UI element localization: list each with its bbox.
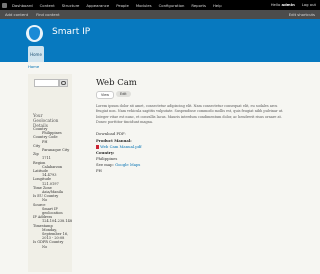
toolbar-user: Hello admin Log out (271, 2, 316, 7)
tab-edit[interactable]: Edit (116, 91, 131, 97)
logo[interactable] (26, 25, 43, 42)
country-code: PH (96, 168, 102, 173)
menu-structure[interactable]: Structure (62, 3, 80, 8)
shortcut-find-content[interactable]: Find content (36, 12, 60, 17)
menu-people[interactable]: People (116, 3, 129, 8)
user-greeting: Hello admin (270, 2, 295, 7)
menu-dashboard[interactable]: Dashboard (12, 3, 33, 8)
see-map-text: See map: (96, 162, 114, 167)
search-button[interactable] (59, 79, 68, 87)
country-value: Philippines (96, 156, 118, 161)
shortcut-add-content[interactable]: Add content (5, 12, 28, 17)
breadcrumb[interactable]: Home (28, 64, 39, 69)
toolbar-menu: Dashboard Content Structure Appearance P… (0, 0, 320, 10)
geo-value: Monday, September 16, 2013 - 20:08 (42, 227, 69, 241)
manual-link[interactable]: Web Cam Manual.pdf (100, 144, 141, 149)
page-title: Web Cam (96, 78, 137, 88)
menu-modules[interactable]: Modules (136, 3, 152, 8)
site-name[interactable]: Smart IP (52, 27, 90, 37)
manual-link-row: Web Cam Manual.pdf (96, 144, 142, 149)
pdf-file-icon (96, 145, 99, 149)
google-maps-link[interactable]: Google Maps (115, 162, 140, 167)
menu-appearance[interactable]: Appearance (86, 3, 109, 8)
menu-configuration[interactable]: Configuration (159, 3, 185, 8)
menu-help[interactable]: Help (213, 3, 222, 8)
logout-link[interactable]: Log out (302, 2, 316, 7)
search-icon (61, 80, 66, 86)
body-text: Lorem ipsum dolor sit amet, consectetur … (96, 104, 284, 125)
country-label: Country: (96, 150, 115, 155)
geolocation-list: Country Philippines Country Code PH City… (33, 127, 72, 249)
product-manual-label: Product Manual: (96, 138, 132, 143)
edit-shortcuts-link[interactable]: Edit shortcuts (289, 12, 315, 17)
user-name[interactable]: admin (282, 2, 295, 7)
menu-reports[interactable]: Reports (191, 3, 206, 8)
geo-value: No (42, 244, 48, 249)
tab-home[interactable]: Home (28, 46, 44, 62)
sidebar: Your Geolocation Details Country Philipp… (28, 74, 72, 272)
home-icon[interactable] (2, 2, 7, 8)
search-input[interactable] (34, 79, 59, 87)
download-label: Download PDF: (96, 131, 126, 136)
toolbar-shortcuts: Add content Find content Edit shortcuts (0, 10, 320, 19)
tab-view[interactable]: View (96, 91, 115, 99)
page-body: Home Your Geolocation Details Country Ph… (0, 62, 320, 274)
drop-logo-icon (29, 27, 40, 40)
menu-content[interactable]: Content (40, 3, 55, 8)
admin-toolbar: Dashboard Content Structure Appearance P… (0, 0, 320, 19)
geo-value: Smart IP geolocation (42, 206, 63, 216)
see-map-row: See map: Google Maps (96, 162, 140, 167)
site-header: Smart IP Home (0, 19, 320, 62)
node-tabs: View Edit (96, 91, 131, 99)
